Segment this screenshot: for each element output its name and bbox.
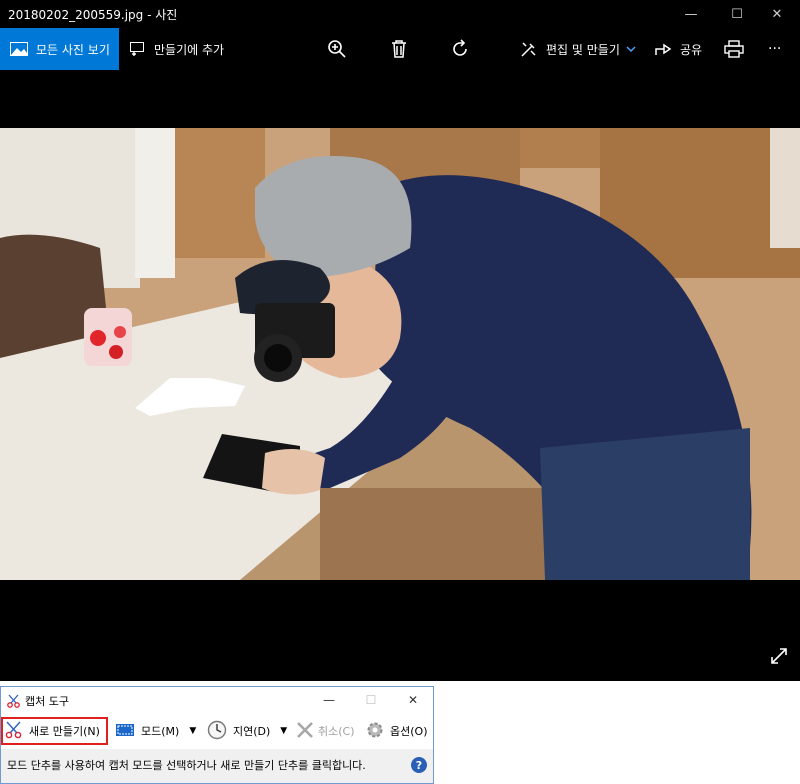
close-button[interactable]: ✕	[754, 0, 800, 28]
zoom-button[interactable]	[327, 28, 347, 70]
full-screen-button[interactable]	[770, 647, 788, 669]
title-bar: 20180202_200559.jpg - 사진 — ☐ ✕	[0, 0, 800, 28]
delay-dropdown-icon: ▼	[280, 726, 288, 736]
new-snip-button[interactable]: 새로 만들기(N)	[1, 717, 108, 745]
delay-label: 지연(D)	[233, 725, 271, 738]
minimize-icon: —	[684, 6, 698, 22]
mode-label: 모드(M)	[141, 725, 180, 738]
add-to-creation-button[interactable]: 만들기에 추가	[128, 28, 224, 70]
scissors-icon	[5, 721, 23, 742]
cancel-label: 취소(C)	[318, 725, 355, 738]
chevron-down-icon	[626, 42, 636, 56]
options-label: 옵션(O)	[390, 725, 428, 738]
trash-icon	[390, 39, 408, 59]
add-creation-icon	[128, 41, 146, 57]
window-title: 20180202_200559.jpg - 사진	[8, 8, 178, 22]
status-message: 모드 단추를 사용하여 캡처 모드를 선택하거나 새로 만들기 단추를 클릭합니…	[7, 759, 366, 772]
all-photos-button[interactable]: 모든 사진 보기	[0, 28, 119, 70]
edit-create-button[interactable]: 편집 및 만들기	[520, 28, 636, 70]
snipping-tool-window: 캡처 도구 — ☐ ✕ 새로 만들기(N) 모드(M) ▼ 지연(D) ▼ 취소…	[0, 686, 434, 784]
maximize-icon: ☐	[731, 6, 743, 22]
snipping-tool-title-bar: 캡처 도구 — ☐ ✕	[1, 687, 433, 713]
photo-viewer[interactable]	[0, 70, 800, 681]
snipping-toolbar: 새로 만들기(N) 모드(M) ▼ 지연(D) ▼ 취소(C) 옵션(O)	[1, 715, 433, 745]
share-label: 공유	[680, 42, 703, 57]
app-toolbar: 모든 사진 보기 만들기에 추가 편집 및 만들기 공유 ···	[0, 28, 800, 70]
rotate-button[interactable]	[450, 28, 470, 70]
share-icon	[654, 41, 672, 57]
snipping-tool-title: 캡처 도구	[25, 695, 69, 708]
more-icon: ···	[768, 41, 782, 57]
rotate-icon	[450, 39, 470, 59]
cancel-x-icon	[296, 721, 314, 742]
snip-close-button[interactable]: ✕	[393, 689, 433, 711]
add-to-creation-label: 만들기에 추가	[154, 42, 225, 57]
displayed-photo	[0, 128, 800, 580]
clock-icon	[207, 720, 227, 743]
gear-icon	[365, 720, 385, 743]
status-bar: 모드 단추를 사용하여 캡처 모드를 선택하거나 새로 만들기 단추를 클릭합니…	[1, 749, 433, 783]
edit-icon	[520, 40, 538, 58]
minimize-button[interactable]: —	[668, 0, 714, 28]
cancel-button[interactable]: 취소(C)	[296, 719, 355, 743]
snip-minimize-button[interactable]: —	[309, 689, 349, 711]
photos-icon	[10, 42, 28, 56]
new-snip-label: 새로 만들기(N)	[29, 725, 100, 738]
print-button[interactable]	[724, 28, 744, 70]
close-icon: ✕	[771, 6, 783, 22]
close-icon: ✕	[407, 693, 419, 707]
more-button[interactable]: ···	[768, 28, 781, 70]
printer-icon	[724, 40, 744, 58]
mode-dropdown-icon: ▼	[189, 726, 197, 736]
snip-maximize-button[interactable]: ☐	[351, 689, 391, 711]
share-button[interactable]: 공유	[654, 28, 702, 70]
scissors-icon	[7, 693, 21, 712]
photos-app-window: 20180202_200559.jpg - 사진 — ☐ ✕ 모든 사진 보기 …	[0, 0, 800, 681]
all-photos-label: 모든 사진 보기	[36, 42, 110, 57]
minimize-icon: —	[323, 693, 335, 707]
help-icon[interactable]: ?	[411, 757, 427, 773]
delete-button[interactable]	[390, 28, 408, 70]
zoom-in-icon	[327, 39, 347, 59]
options-button[interactable]: 옵션(O)	[365, 719, 427, 743]
rectangle-mode-icon	[115, 722, 135, 741]
mode-button[interactable]: 모드(M) ▼	[115, 719, 196, 743]
edit-create-label: 편집 및 만들기	[546, 42, 620, 57]
expand-icon	[770, 648, 788, 669]
maximize-icon: ☐	[365, 693, 377, 707]
delay-button[interactable]: 지연(D) ▼	[207, 719, 287, 743]
